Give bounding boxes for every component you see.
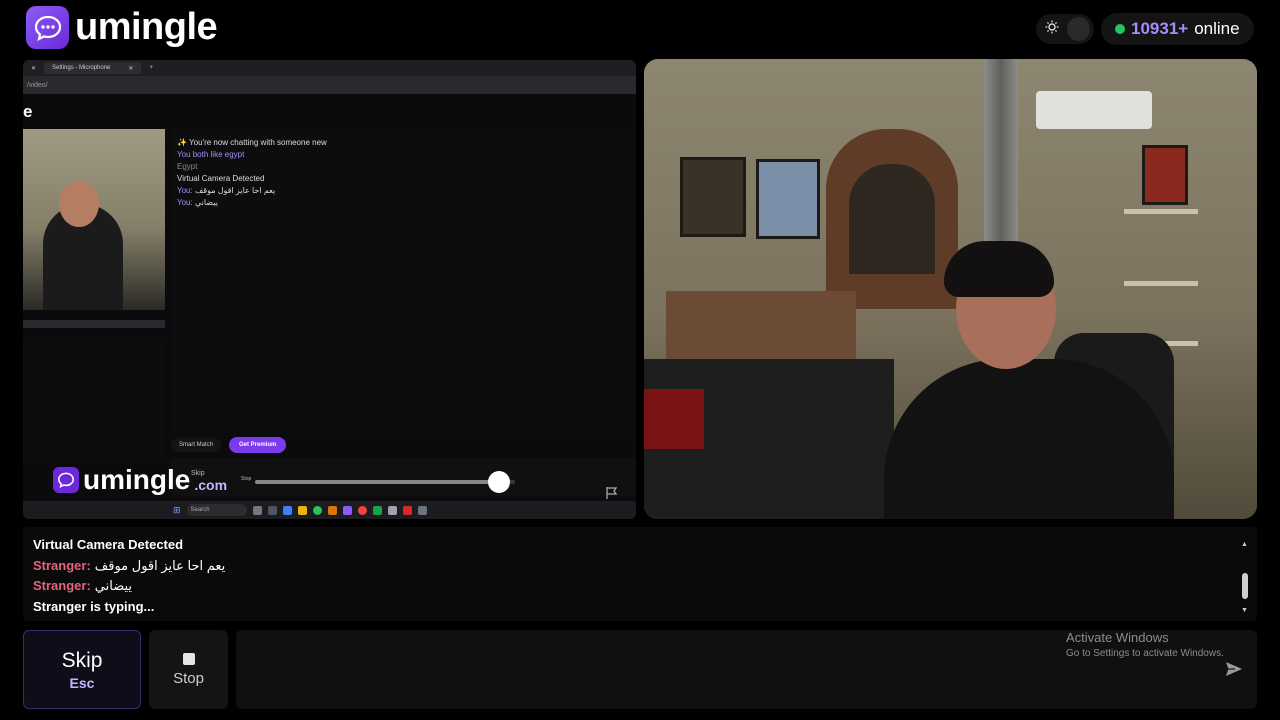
message-text: ييضاني [94, 578, 133, 593]
taskbar-folder-icon [297, 505, 307, 515]
notice-text: Virtual Camera Detected [33, 537, 184, 552]
inner-controls: Smart Match Get Premium [171, 437, 287, 453]
chat-message: Stranger: ييضاني [33, 576, 1247, 597]
taskbar-search: Search [186, 504, 247, 516]
inner-you-label: You: [177, 186, 193, 195]
inner-smart-match: Smart Match [171, 438, 222, 452]
chat-scrollbar[interactable]: ▲ ▼ [1241, 535, 1249, 614]
send-icon[interactable] [1224, 659, 1244, 684]
skip-button[interactable]: Skip Esc [23, 630, 141, 709]
chat-log[interactable]: Virtual Camera Detected Stranger: يعم اح… [23, 527, 1257, 621]
chat-notice: Virtual Camera Detected [33, 535, 1247, 556]
scroll-down-icon[interactable]: ▼ [1241, 601, 1248, 622]
umingle-watermark: umingle .com [53, 464, 227, 496]
message-sender: Stranger: [33, 578, 91, 593]
inner-local-camera [23, 342, 165, 462]
inner-browser-tab: Settings - Microphone ✕ [44, 62, 142, 74]
inner-remote-camera [23, 129, 165, 310]
online-counter: 10931+ online [1101, 13, 1254, 45]
inner-chat-notice: Virtual Camera Detected [177, 174, 265, 183]
inner-chat-interest: You both like egypt [177, 149, 630, 161]
room-door-window [849, 164, 935, 274]
taskbar-app-icon [372, 505, 382, 515]
inner-close-icon: ✕ [31, 65, 37, 72]
taskbar-app-icon [267, 505, 277, 515]
online-label: online [1194, 19, 1240, 38]
chat-message: Stranger: يعم احا عايز اقول موقف [33, 556, 1247, 577]
sun-icon [1045, 20, 1059, 39]
watermark-chat-bubble-icon [53, 467, 79, 493]
scroll-thumb[interactable] [1242, 573, 1248, 599]
inner-person-head [59, 181, 99, 227]
taskbar-app-icon [252, 505, 262, 515]
wall-shelf [1124, 209, 1198, 214]
red-blanket [644, 389, 704, 449]
inner-you-label: You: [177, 198, 193, 207]
brand-logo[interactable]: umingle [26, 6, 218, 49]
taskbar-discord-icon [342, 505, 352, 515]
wall-poster [1142, 145, 1188, 205]
stop-button[interactable]: Stop [149, 630, 228, 709]
inner-chat-intro: ✨ You're now chatting with someone new [177, 138, 327, 147]
wall-shelf [1124, 281, 1198, 286]
taskbar-app-icon [282, 505, 292, 515]
inner-chat-message: You: يعم احا عايز اقول موقف [177, 185, 630, 197]
inner-chat-panel: ✨ You're now chatting with someone new Y… [171, 129, 636, 433]
inner-interest-value: egypt [224, 150, 245, 159]
inner-chat-message: You: ييضاني [177, 197, 630, 209]
typing-indicator: Stranger is typing... [33, 597, 1247, 618]
inner-camera-bar [23, 320, 165, 328]
inner-get-premium: Get Premium [229, 437, 287, 453]
scroll-up-icon[interactable]: ▲ [1241, 535, 1248, 556]
inner-bottom-bar: Skip Stop [171, 458, 636, 496]
local-video [644, 59, 1257, 519]
inner-windows-taskbar: ⊞ Search [23, 501, 636, 519]
inner-stop-label: Stop [241, 476, 252, 482]
chat-bubble-icon [26, 6, 69, 49]
inner-new-tab-icon: + [149, 65, 153, 71]
theme-toggle[interactable] [1036, 14, 1094, 44]
inner-message-text: يعم احا عايز اقول موقف [194, 186, 276, 195]
toggle-knob [1067, 17, 1090, 41]
watermark-brand: umingle [83, 464, 191, 495]
message-input[interactable] [236, 630, 1257, 709]
brand-name: umingle [75, 6, 218, 48]
stop-icon [182, 652, 195, 665]
message-sender: Stranger: [33, 557, 91, 573]
taskbar-app-icon [327, 505, 337, 515]
online-status-dot [1115, 24, 1125, 34]
skip-shortcut: Esc [69, 674, 95, 691]
stop-label: Stop [173, 669, 204, 687]
inner-message-text: ييضاني [194, 198, 218, 207]
inner-chat-country: Egypt [177, 162, 198, 171]
air-conditioner [1036, 91, 1152, 129]
taskbar-app-icon [387, 505, 397, 515]
person-hair [944, 241, 1054, 297]
typing-text: Stranger is typing... [33, 598, 155, 614]
wall-poster [756, 159, 820, 239]
inner-site-title: e [23, 102, 33, 121]
taskbar-app-icon [402, 505, 412, 515]
seek-progress [255, 480, 500, 484]
watermark-domain: .com [194, 477, 228, 493]
inner-interest-prefix: You both like [177, 150, 223, 159]
inner-tab-close-icon: ✕ [128, 65, 134, 72]
inner-url-bar: /video/ [23, 76, 636, 94]
skip-label: Skip [61, 648, 103, 672]
taskbar-chrome-icon [357, 505, 367, 515]
online-count: 10931+ [1131, 19, 1189, 38]
stranger-video: ✕ Settings - Microphone ✕ + /video/ e ✨ … [23, 60, 636, 519]
taskbar-app-icon [417, 505, 427, 515]
wall-poster [680, 157, 746, 237]
windows-start-icon: ⊞ [173, 504, 181, 515]
video-seek-bar[interactable] [255, 471, 515, 493]
message-text: يعم احا عايز اقول موقف [94, 557, 226, 573]
taskbar-spotify-icon [312, 505, 322, 515]
inner-browser-tabbar: ✕ Settings - Microphone ✕ + [23, 60, 636, 76]
inner-tab-title: Settings - Microphone [52, 65, 111, 71]
